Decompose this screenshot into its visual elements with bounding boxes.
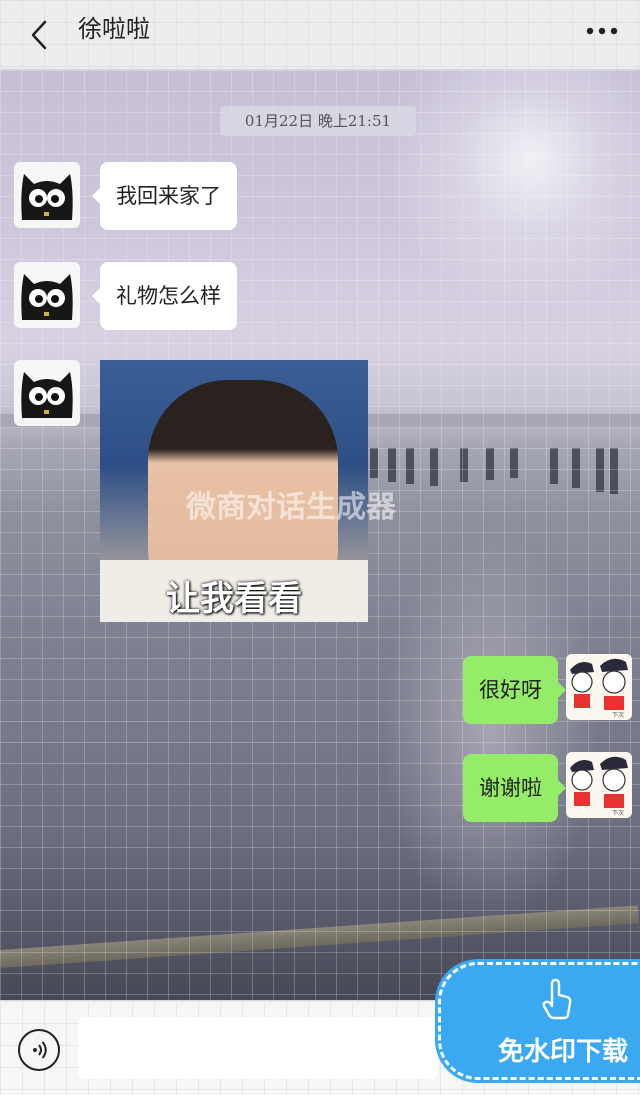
svg-text:下次: 下次	[612, 711, 624, 719]
chevron-left-icon	[31, 20, 47, 50]
top-bar: 徐啦啦	[0, 0, 640, 70]
message-bubble[interactable]: 礼物怎么样	[92, 262, 237, 330]
contact-avatar[interactable]	[14, 262, 80, 328]
more-dots-icon	[586, 27, 618, 35]
tap-hand-icon	[542, 978, 572, 1020]
black-cat-avatar-icon	[21, 372, 73, 418]
black-cat-avatar-icon	[21, 174, 73, 220]
download-label: 免水印下载	[497, 1037, 628, 1067]
chat-title: 徐啦啦	[78, 15, 150, 43]
message-input[interactable]	[78, 1017, 438, 1079]
svg-text:下次: 下次	[612, 809, 624, 817]
user-avatar[interactable]: 下次	[566, 654, 632, 720]
watermark: 微商对话生成器	[186, 490, 396, 525]
timestamp: 01月22日 晚上21:51	[220, 106, 416, 136]
more-button[interactable]	[582, 16, 622, 46]
black-cat-avatar-icon	[21, 274, 73, 320]
message-bubble[interactable]: 我回来家了	[92, 162, 237, 230]
message-bubble-sent[interactable]: 很好呀	[463, 656, 566, 724]
voice-button[interactable]	[18, 1029, 60, 1071]
cartoon-boys-avatar-icon: 下次	[566, 654, 632, 720]
download-no-watermark-button[interactable]: 免水印下载	[438, 962, 640, 1080]
cartoon-boys-avatar-icon: 下次	[566, 752, 632, 818]
user-avatar[interactable]: 下次	[566, 752, 632, 818]
message-text: 谢谢啦	[479, 776, 542, 800]
message-text: 礼物怎么样	[116, 284, 221, 308]
back-button[interactable]	[22, 18, 56, 52]
contact-avatar[interactable]	[14, 162, 80, 228]
voice-icon	[33, 1041, 47, 1059]
contact-avatar[interactable]	[14, 360, 80, 426]
message-bubble-sent[interactable]: 谢谢啦	[463, 754, 566, 822]
chat-area[interactable]: 01月22日 晚上21:51 我回来家了 礼物怎么样 让我看看 微商对话生成器 …	[0, 70, 640, 1000]
message-text: 很好呀	[479, 678, 542, 702]
image-caption: 让我看看	[166, 579, 302, 619]
message-text: 我回来家了	[116, 184, 221, 208]
